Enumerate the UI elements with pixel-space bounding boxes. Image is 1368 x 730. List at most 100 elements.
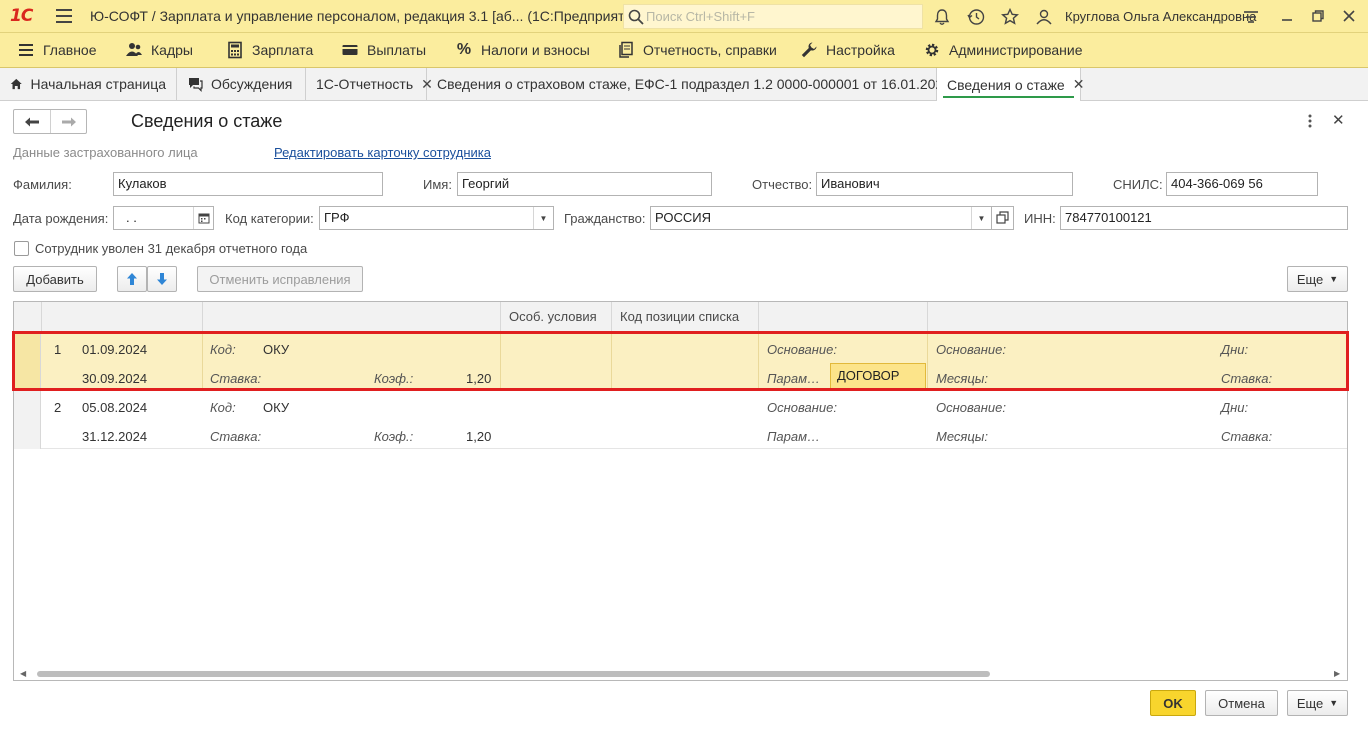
category-select[interactable]: ГРФ ▼ xyxy=(319,206,554,230)
open-link-icon xyxy=(996,211,1009,224)
koef-value[interactable]: 1,20 xyxy=(466,429,491,444)
section-salary[interactable]: Зарплата xyxy=(226,33,313,67)
tab-label: 1С-Отчетность xyxy=(316,76,414,92)
search-input[interactable]: Поиск Ctrl+Shift+F xyxy=(623,4,923,29)
citizenship-select[interactable]: РОССИЯ ▼ xyxy=(650,206,992,230)
days-label: Дни: xyxy=(1221,400,1249,415)
header-list-position-code[interactable]: Код позиции списка xyxy=(612,302,759,332)
more-vertical-icon[interactable] xyxy=(1303,112,1317,130)
open-citizenship-button[interactable] xyxy=(991,206,1014,230)
koef-value[interactable]: 1,20 xyxy=(466,371,491,386)
app-title: Ю-СОФТ / Зарплата и управление персонало… xyxy=(90,8,645,24)
header-cell xyxy=(203,302,501,332)
dismissed-checkbox[interactable] xyxy=(14,241,29,256)
section-label: Администрирование xyxy=(949,42,1083,58)
close-window-icon[interactable] xyxy=(1339,6,1359,26)
section-main[interactable]: Главное xyxy=(17,33,97,67)
user-name[interactable]: Круглова Ольга Александровна xyxy=(1065,9,1256,24)
param-label: Парам… xyxy=(767,429,821,444)
wrench-icon xyxy=(801,42,817,58)
header-special-conditions[interactable]: Особ. условия xyxy=(501,302,612,332)
inn-label: ИНН: xyxy=(1024,211,1056,226)
patronymic-field[interactable]: Иванович xyxy=(816,172,1073,196)
section-staff[interactable]: Кадры xyxy=(125,33,193,67)
period-start[interactable]: 01.09.2024 xyxy=(82,342,147,357)
tab-discussions[interactable]: Обсуждения xyxy=(177,68,306,100)
calendar-icon[interactable] xyxy=(193,207,213,229)
surname-field[interactable]: Кулаков xyxy=(113,172,383,196)
title-bar: 1С Ю-СОФТ / Зарплата и управление персон… xyxy=(0,0,1368,33)
kod-value[interactable]: ОКУ xyxy=(263,342,289,357)
move-up-button[interactable] xyxy=(117,266,147,292)
settings-lines-icon[interactable] xyxy=(1241,7,1261,27)
history-icon[interactable] xyxy=(966,7,986,27)
section-label: Выплаты xyxy=(367,42,427,58)
ok-button[interactable]: OK xyxy=(1150,690,1196,716)
section-payments[interactable]: Выплаты xyxy=(341,33,426,67)
citizenship-label: Гражданство: xyxy=(564,211,646,226)
add-button[interactable]: Добавить xyxy=(13,266,97,292)
row-number: 2 xyxy=(54,400,62,415)
tab-label: Обсуждения xyxy=(211,76,293,92)
move-down-button[interactable] xyxy=(147,266,177,292)
header-cell xyxy=(42,302,203,332)
forward-button[interactable] xyxy=(50,110,86,133)
minimize-icon[interactable] xyxy=(1277,6,1297,26)
section-label: Отчетность, справки xyxy=(643,42,777,58)
tab-label: Начальная страница xyxy=(30,76,166,92)
param-label: Парам… xyxy=(767,371,821,386)
tab-home[interactable]: Начальная страница xyxy=(0,68,177,100)
close-tab-icon[interactable]: ✕ xyxy=(1073,76,1085,93)
cancel-button[interactable]: Отмена xyxy=(1205,690,1278,716)
scroll-right-icon[interactable]: ▶ xyxy=(1334,669,1340,678)
table-more-button[interactable]: Еще ▼ xyxy=(1287,266,1348,292)
bell-icon[interactable] xyxy=(932,7,952,27)
kod-value[interactable]: ОКУ xyxy=(263,400,289,415)
scrollbar-thumb[interactable] xyxy=(37,671,990,677)
period-start[interactable]: 05.08.2024 xyxy=(82,400,147,415)
experience-table[interactable]: Особ. условия Код позиции списка 1 01.09… xyxy=(13,301,1348,681)
cancel-corrections-button[interactable]: Отменить исправления xyxy=(197,266,363,292)
cell-divider xyxy=(611,333,612,391)
restore-icon[interactable] xyxy=(1308,6,1328,26)
cell-divider xyxy=(500,333,501,391)
period-end[interactable]: 31.12.2024 xyxy=(82,429,147,444)
horizontal-scrollbar[interactable]: ◀ ▶ xyxy=(14,668,1347,680)
section-label: Зарплата xyxy=(252,42,314,58)
sections-panel: Главное Кадры Зарплата Выплаты % Налоги … xyxy=(0,33,1368,68)
edit-employee-link[interactable]: Редактировать карточку сотрудника xyxy=(274,145,491,160)
scroll-left-icon[interactable]: ◀ xyxy=(20,669,26,678)
section-taxes[interactable]: % Налоги и взносы xyxy=(455,33,590,67)
birthdate-field[interactable]: . . xyxy=(113,206,214,230)
table-row[interactable]: 2 05.08.2024 31.12.2024 Код: ОКУ Ставка:… xyxy=(14,391,1347,449)
section-administration[interactable]: Администрирование xyxy=(923,33,1083,67)
cell-divider xyxy=(758,333,759,391)
section-settings[interactable]: Настройка xyxy=(800,33,895,67)
period-end[interactable]: 30.09.2024 xyxy=(82,371,147,386)
chevron-down-icon[interactable]: ▼ xyxy=(533,207,553,229)
gear-icon xyxy=(925,43,939,57)
section-label: Настройка xyxy=(826,42,895,58)
tab-efs1-document[interactable]: Сведения о страховом стаже, ЕФС-1 подраз… xyxy=(427,68,971,100)
tab-1c-reporting[interactable]: 1С-Отчетность ✕ xyxy=(306,68,433,100)
param-value-current-cell[interactable]: ДОГОВОР xyxy=(830,363,926,389)
form-more-button[interactable]: Еще ▼ xyxy=(1287,690,1348,716)
back-button[interactable] xyxy=(14,110,50,133)
main-menu-icon[interactable] xyxy=(56,9,72,23)
name-field[interactable]: Георгий xyxy=(457,172,712,196)
tab-experience-info[interactable]: Сведения о стаже ✕ xyxy=(937,68,1084,101)
calculator-icon xyxy=(228,41,242,59)
inn-field[interactable]: 784770100121 xyxy=(1060,206,1348,230)
chevron-down-icon[interactable]: ▼ xyxy=(971,207,991,229)
section-reports[interactable]: Отчетность, справки xyxy=(617,33,777,67)
form-title: Сведения о стаже xyxy=(131,111,283,131)
stavka-label: Ставка: xyxy=(1221,429,1273,444)
table-row[interactable]: 1 01.09.2024 30.09.2024 Код: ОКУ Ставка:… xyxy=(14,333,1347,391)
snils-field[interactable]: 404-366-069 56 xyxy=(1166,172,1318,196)
user-icon[interactable] xyxy=(1034,7,1054,27)
close-form-icon[interactable]: ✕ xyxy=(1332,111,1345,129)
tab-label: Сведения о стаже xyxy=(947,76,1065,93)
koef-label: Коэф.: xyxy=(374,371,414,386)
documents-icon xyxy=(619,41,633,58)
star-icon[interactable] xyxy=(1000,7,1020,27)
